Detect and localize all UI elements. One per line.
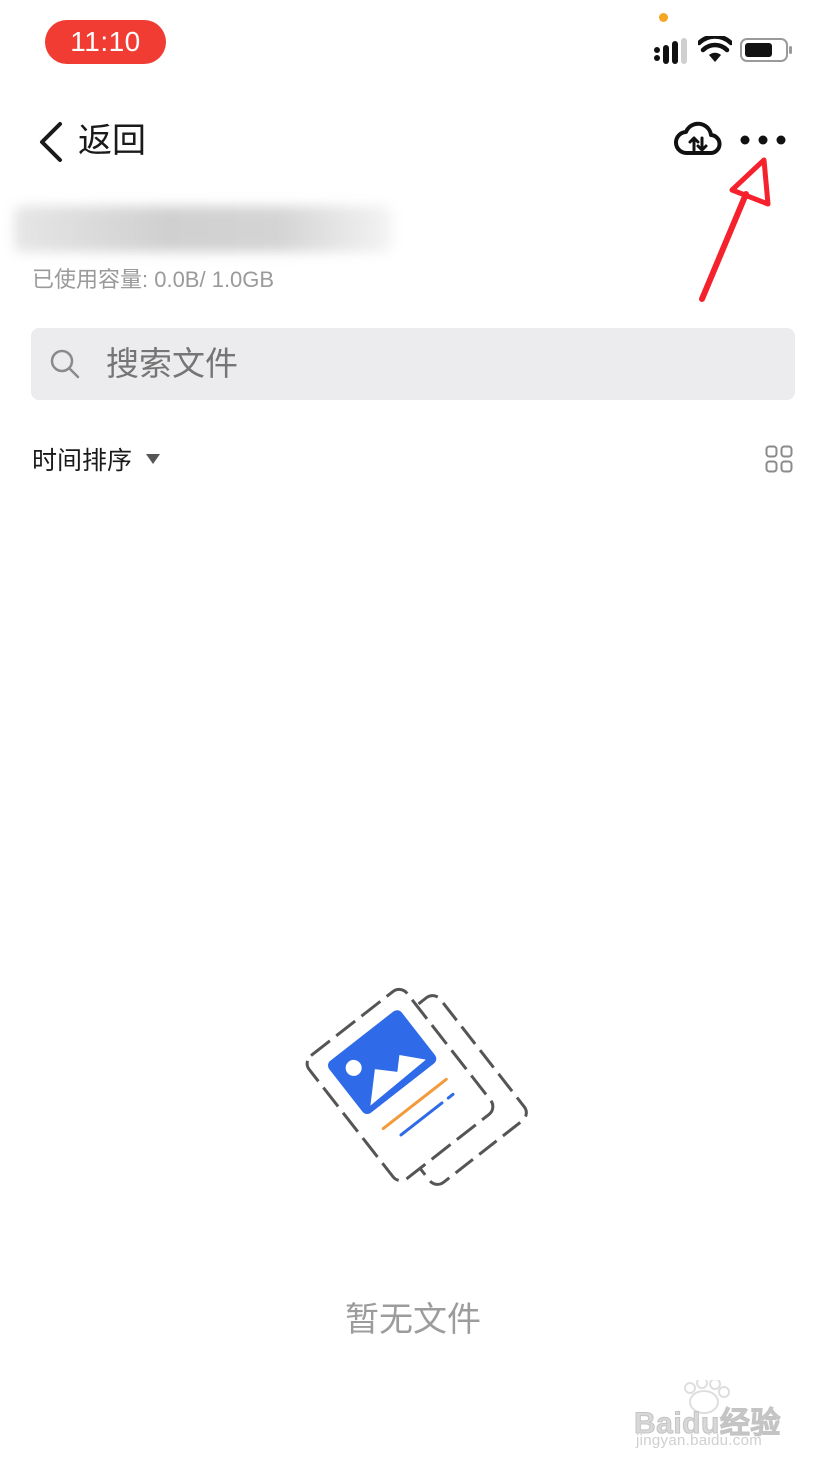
privacy-indicator <box>659 13 668 22</box>
search-input[interactable] <box>106 342 706 386</box>
signal-icon <box>654 38 687 64</box>
caret-down-icon[interactable] <box>145 453 161 465</box>
more-icon[interactable] <box>740 130 786 150</box>
wifi-icon <box>698 36 732 62</box>
empty-files-illustration <box>305 987 528 1186</box>
sort-dropdown[interactable]: 时间排序 <box>32 445 132 477</box>
empty-state-text: 暂无文件 <box>345 1300 481 1340</box>
grid-view-icon[interactable] <box>765 445 793 473</box>
folder-title-redacted <box>14 206 392 252</box>
back-chevron-icon[interactable] <box>36 120 66 164</box>
storage-usage: 已使用容量: 0.0B/ 1.0GB <box>32 267 275 292</box>
back-button[interactable]: 返回 <box>78 119 146 163</box>
battery-icon <box>740 38 792 62</box>
status-time: 11:10 <box>45 20 166 64</box>
watermark-url: jingyan.baidu.com <box>636 1432 763 1449</box>
search-icon <box>50 349 80 379</box>
annotation-arrow <box>699 157 771 302</box>
